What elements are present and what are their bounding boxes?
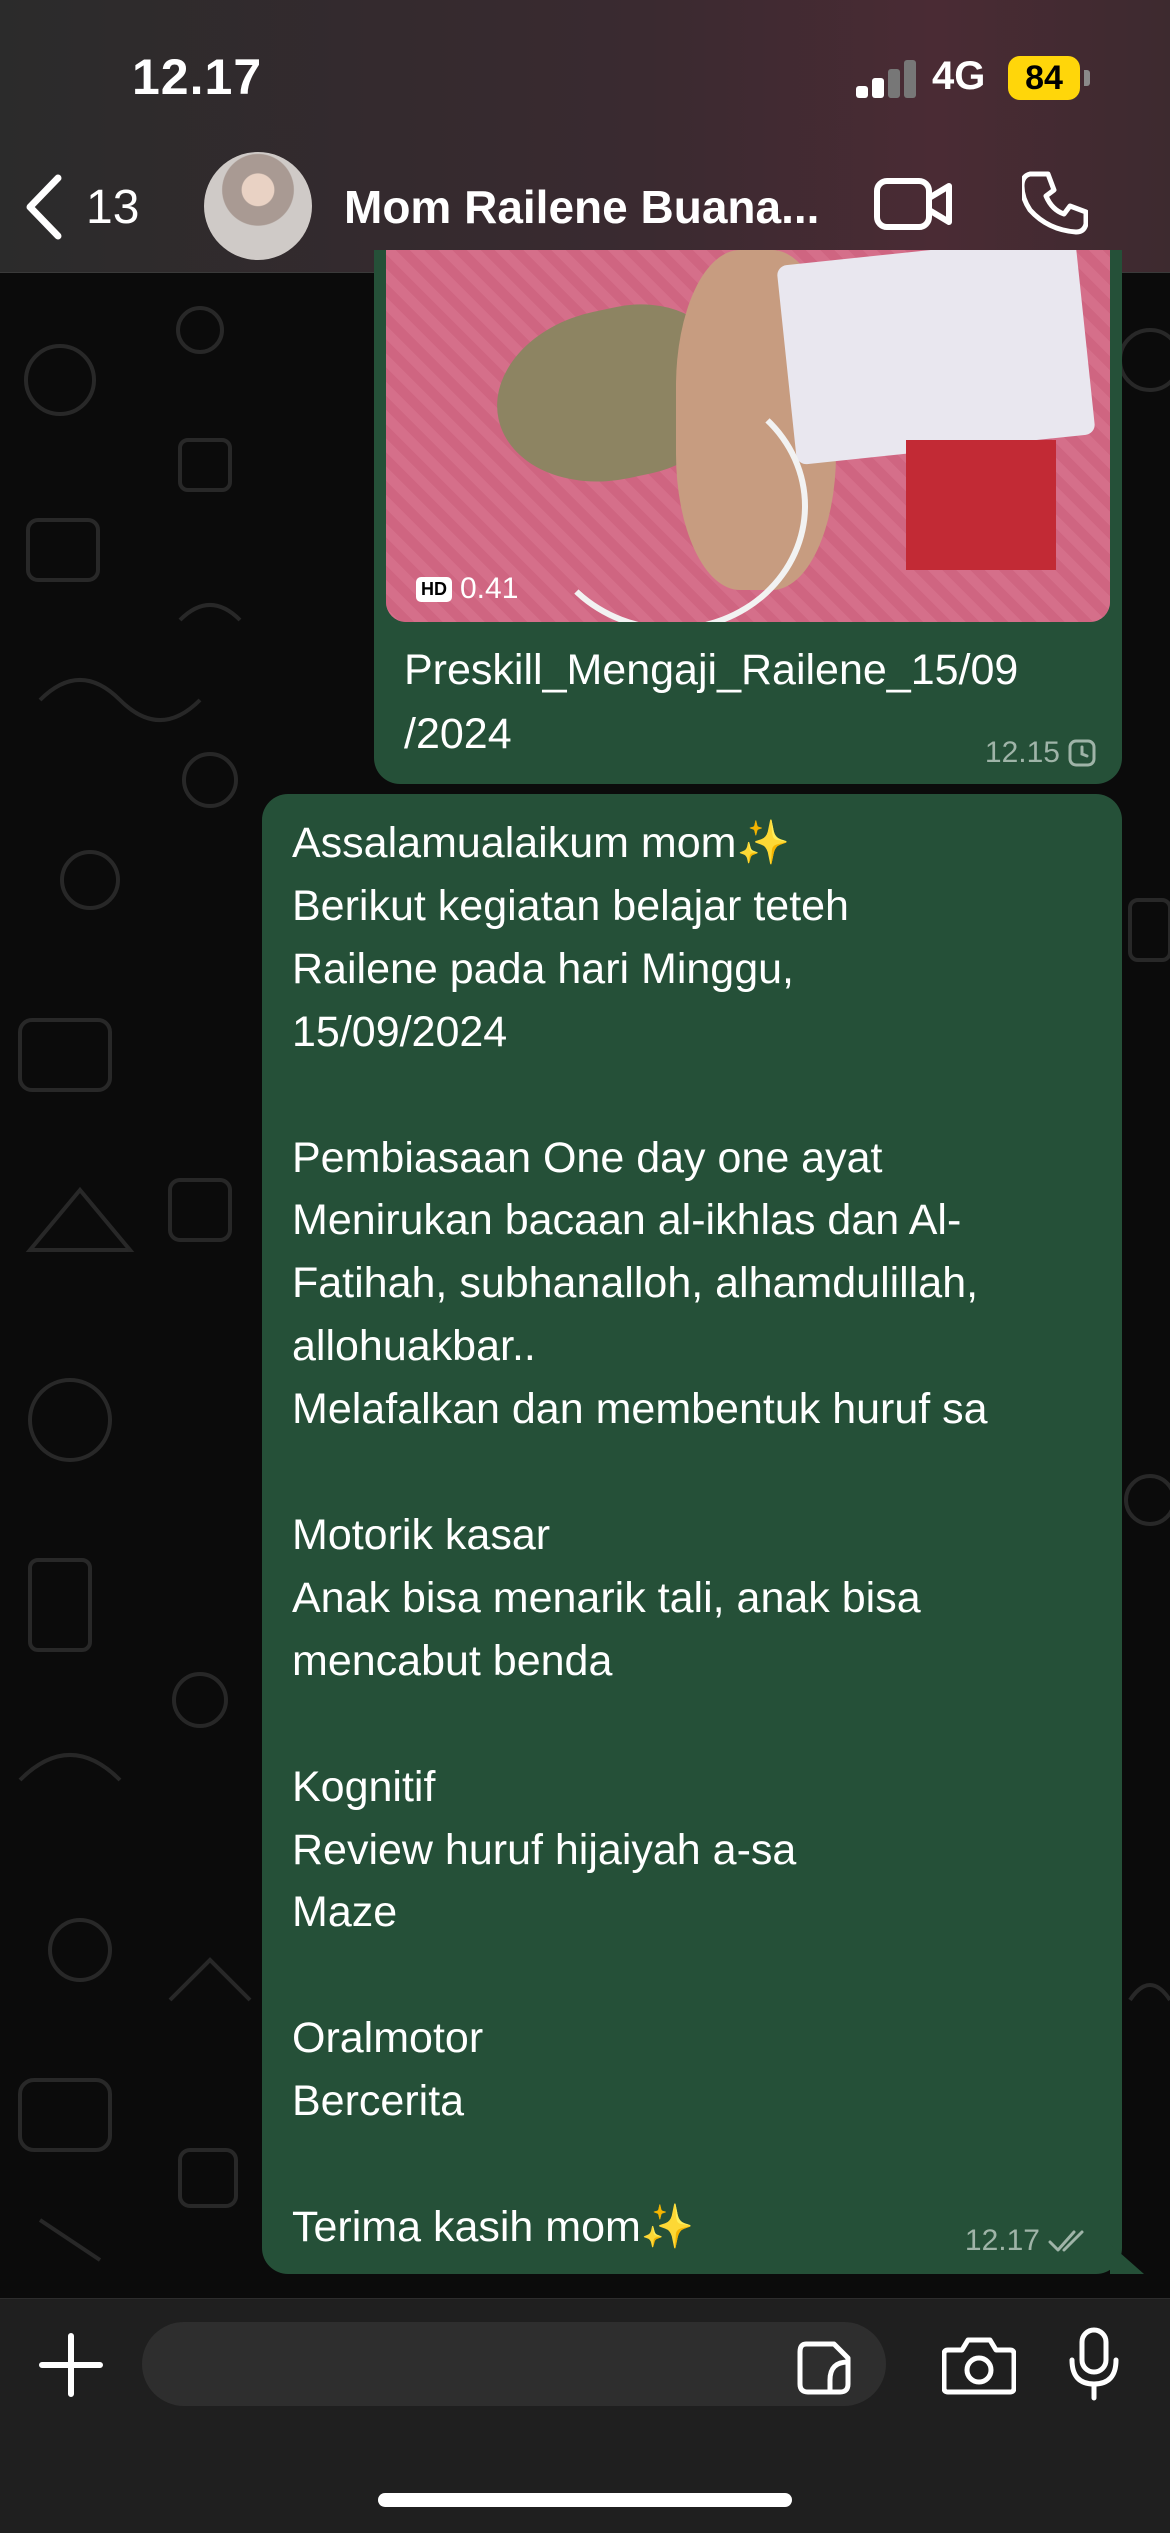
double-check-icon: [1048, 2230, 1084, 2252]
message-input[interactable]: [142, 2322, 886, 2406]
video-message-bubble[interactable]: HD 0.41 Preskill_Mengaji_Railene_15/09 /…: [374, 250, 1122, 784]
text-message-bubble[interactable]: Assalamualaikum mom✨ Berikut kegiatan be…: [262, 794, 1122, 2274]
message-meta: 12.15: [985, 736, 1096, 770]
microphone-icon[interactable]: [1068, 2326, 1120, 2402]
video-duration: 0.41: [460, 572, 519, 605]
video-thumbnail[interactable]: HD 0.41: [386, 250, 1110, 622]
avatar[interactable]: [204, 152, 312, 260]
chat-header: 12.17 4G 84 13 Mom Railene Buana...: [0, 0, 1170, 273]
status-time: 12.17: [132, 49, 263, 105]
phone-call-icon[interactable]: [1022, 170, 1088, 236]
home-indicator: [378, 2493, 792, 2507]
message-text: Assalamualaikum mom✨ Berikut kegiatan be…: [292, 819, 988, 2251]
battery-indicator: 84: [1008, 56, 1080, 100]
sticker-icon[interactable]: [796, 2340, 852, 2396]
message-time: 12.17: [964, 2224, 1040, 2257]
plus-icon[interactable]: [36, 2330, 106, 2400]
battery-cap: [1084, 70, 1090, 86]
contact-name[interactable]: Mom Railene Buana...: [344, 180, 834, 234]
signal-strength-icon: [856, 58, 918, 98]
back-button[interactable]: 13: [24, 174, 139, 240]
hd-badge: HD: [416, 576, 452, 602]
camera-icon[interactable]: [942, 2334, 1016, 2396]
video-call-icon[interactable]: [874, 176, 952, 232]
message-time: 12.15: [984, 736, 1060, 769]
network-type: 4G: [932, 54, 986, 98]
message-meta: 12.17: [965, 2224, 1092, 2258]
clock-pending-icon: [1068, 739, 1096, 767]
chevron-left-icon: [26, 174, 62, 240]
video-info: HD 0.41: [416, 572, 518, 606]
unread-count: 13: [86, 180, 140, 234]
